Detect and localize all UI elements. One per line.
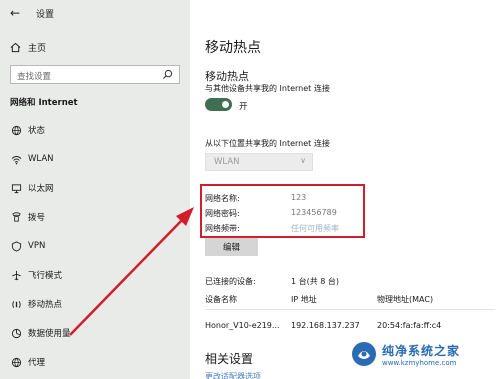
search-icon[interactable] (162, 69, 173, 80)
share-from-label: 从以下位置共享我的 Internet 连接 (205, 139, 330, 148)
home-icon (10, 42, 21, 53)
sidebar-item-mobile-hotspot[interactable]: 移动热点 (10, 298, 62, 310)
connected-devices-label: 已连接的设备: (205, 277, 256, 286)
hotspot-toggle[interactable] (205, 98, 232, 111)
sidebar-section-title: 网络和 Internet (10, 98, 78, 108)
column-header-mac: 物理地址(MAC) (377, 295, 434, 304)
edit-button[interactable]: 编辑 (205, 237, 258, 256)
device-mac-cell: 20:54:fa:fa:ff:c4 (377, 321, 442, 330)
sidebar-item-label: 移动热点 (28, 300, 63, 310)
sidebar-item-proxy[interactable]: 代理 (10, 356, 45, 368)
column-header-device-name: 设备名称 (205, 295, 237, 304)
sidebar-item-airplane-mode[interactable]: 飞行模式 (10, 269, 62, 281)
airplane-icon (11, 270, 21, 280)
sidebar-item-data-usage[interactable]: 数据使用量 (10, 327, 71, 339)
watermark-title: 纯净系统之家 (382, 343, 461, 358)
search-placeholder: 查找设置 (17, 72, 52, 82)
globe-icon (11, 357, 21, 367)
sidebar-item-label: 代理 (28, 358, 46, 368)
wifi-icon (11, 155, 21, 164)
sidebar-item-label: 数据使用量 (28, 329, 71, 339)
sidebar-item-label: 状态 (28, 126, 46, 136)
sidebar-item-label: WLAN (28, 154, 54, 164)
sidebar-item-home[interactable]: 主页 (10, 41, 46, 54)
sidebar: 主页 查找设置 网络和 Internet 状态 WLAN 以太网 拨号 VPN … (0, 0, 190, 379)
pie-icon (11, 328, 21, 338)
sidebar-item-wlan[interactable]: WLAN (10, 153, 54, 165)
change-adapter-options-link[interactable]: 更改适配器选项 (205, 371, 261, 379)
monitor-icon (11, 183, 21, 193)
table-divider (205, 309, 495, 310)
related-settings-title: 相关设置 (205, 352, 254, 366)
vpn-icon (11, 240, 21, 252)
connected-devices-count: 1 台(共 8 台) (291, 277, 340, 286)
watermark-logo-icon (352, 342, 376, 366)
toggle-knob (222, 101, 229, 108)
window-title: 设置 (36, 10, 55, 20)
phone-icon (11, 211, 21, 222)
sidebar-item-label: 拨号 (28, 213, 46, 223)
watermark: 纯净系统之家 www.kzmyhome.com (350, 340, 460, 368)
page-title: 移动热点 (205, 40, 261, 56)
back-arrow-icon[interactable]: ← (10, 6, 20, 20)
device-name-cell: Honor_V10-e219... (205, 321, 280, 330)
hotspot-icon (11, 300, 21, 308)
sidebar-item-ethernet[interactable]: 以太网 (10, 182, 54, 194)
sidebar-home-label: 主页 (28, 44, 47, 54)
select-value: WLAN (214, 157, 240, 167)
sidebar-item-label: 以太网 (28, 184, 54, 194)
device-ip-cell: 192.168.137.237 (291, 321, 360, 330)
sidebar-item-vpn[interactable]: VPN (10, 240, 45, 252)
section-title: 移动热点 (205, 70, 249, 83)
sidebar-item-status[interactable]: 状态 (10, 124, 45, 136)
toggle-state-label: 开 (239, 102, 248, 112)
annotation-highlight-box (200, 184, 365, 238)
sidebar-item-label: 飞行模式 (28, 271, 63, 281)
sidebar-item-label: VPN (28, 241, 46, 251)
watermark-url: www.kzmyhome.com (382, 358, 457, 367)
search-input[interactable]: 查找设置 (10, 65, 180, 84)
connection-select[interactable]: WLAN ∨ (205, 153, 313, 171)
sidebar-item-dialup[interactable]: 拨号 (10, 211, 45, 223)
globe-icon (11, 125, 21, 135)
column-header-ip: IP 地址 (291, 295, 317, 304)
share-description: 与其他设备共享我的 Internet 连接 (205, 84, 330, 93)
chevron-down-icon: ∨ (300, 156, 306, 165)
